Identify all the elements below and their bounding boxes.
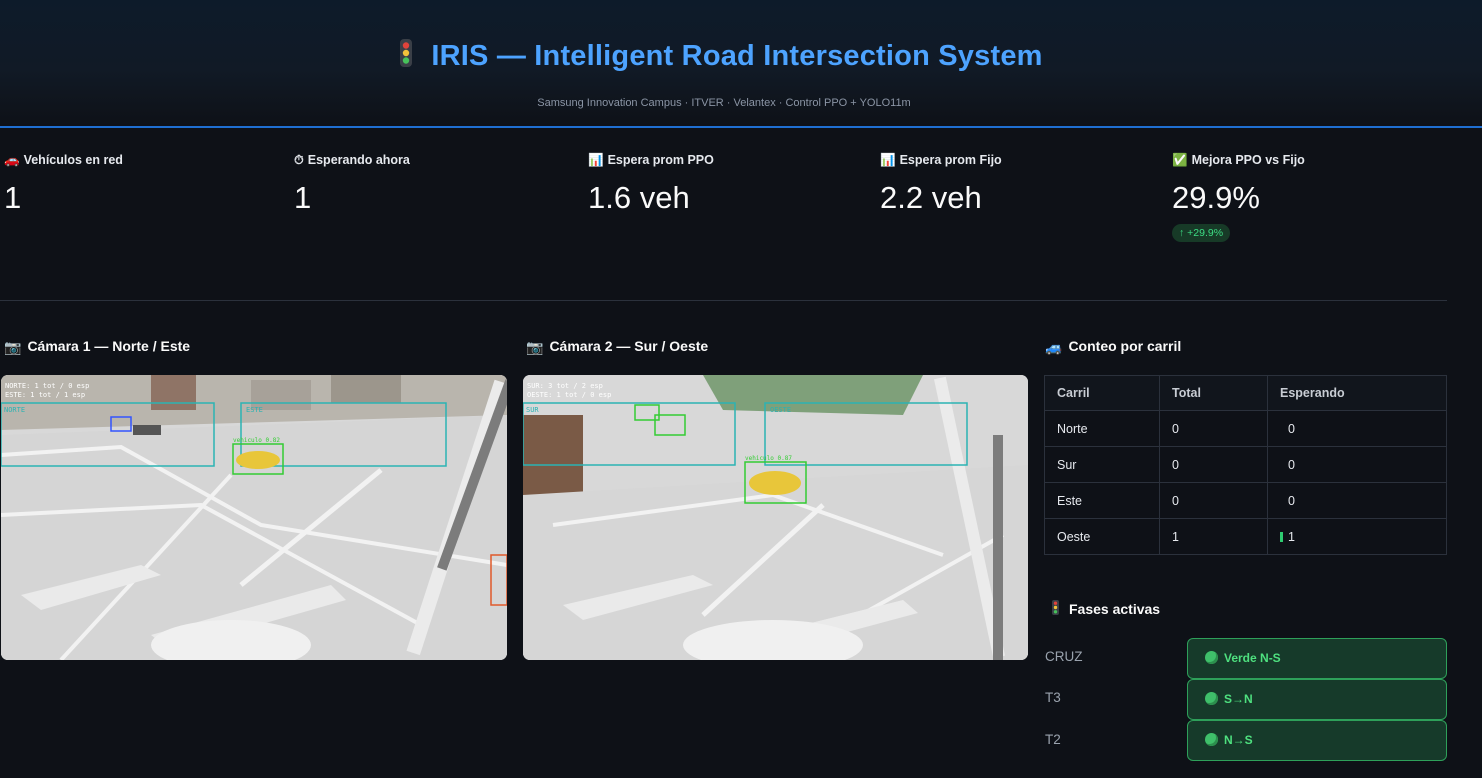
app-header: IRIS — Intelligent Road Intersection Sys… xyxy=(0,0,1482,128)
metric-avg-wait-fixed: 📊 Espera prom Fijo 2.2 veh xyxy=(880,153,1002,216)
active-phases-title: Fases activas xyxy=(1069,601,1161,617)
waiting-bar xyxy=(1280,531,1283,542)
lane-waiting: 0 xyxy=(1267,446,1447,483)
phase-chip-t2: N→S xyxy=(1187,720,1447,761)
lane-name: Norte xyxy=(1044,410,1160,447)
lane-waiting: 0 xyxy=(1267,482,1447,519)
camera-2-heading: 📷 Cámara 2 — Sur / Oeste xyxy=(526,338,708,356)
camera-1-detection-label: vehiculo 0.82 xyxy=(233,437,280,444)
phase-state: Verde N-S xyxy=(1224,651,1281,665)
phase-state: N→S xyxy=(1224,733,1253,747)
camera-2-overlay-line1: SUR: 3 tot / 2 esp xyxy=(527,382,603,390)
camera-2-image: SUR: 3 tot / 2 esp OESTE: 1 tot / 0 esp … xyxy=(523,375,1028,660)
metric-value: 29.9% xyxy=(1172,180,1260,215)
metric-avg-wait-ppo: 📊 Espera prom PPO 1.6 veh xyxy=(588,153,714,216)
camera-2-zone-b: OESTE xyxy=(770,406,791,414)
stopwatch-icon: ⏱ xyxy=(294,153,304,167)
phase-label-cruz: CRUZ xyxy=(1045,649,1083,664)
phase-label-t2: T2 xyxy=(1045,732,1061,747)
bar-chart-icon: 📊 xyxy=(880,153,896,167)
lane-name: Este xyxy=(1044,482,1160,519)
lane-total: 1 xyxy=(1159,518,1268,555)
table-header-row: Carril Total Esperando xyxy=(1044,375,1447,411)
phase-state: S→N xyxy=(1224,692,1253,706)
metric-value: 1.6 veh xyxy=(588,180,690,215)
table-row: Norte 0 0 xyxy=(1044,410,1447,447)
lane-waiting-value: 0 xyxy=(1288,457,1295,472)
camera-2-title: Cámara 2 — Sur / Oeste xyxy=(549,338,709,354)
camera-1-title: Cámara 1 — Norte / Este xyxy=(27,338,191,354)
section-divider xyxy=(0,300,1447,301)
camera-icon: 📷 xyxy=(526,339,544,355)
camera-icon: 📷 xyxy=(4,339,22,355)
page-subtitle: Samsung Innovation Campus · ITVER · Vela… xyxy=(537,97,911,109)
lane-name: Sur xyxy=(1044,446,1160,483)
table-row: Este 0 0 xyxy=(1044,482,1447,519)
green-dot-icon xyxy=(1205,733,1218,746)
green-dot-icon xyxy=(1205,692,1218,705)
metric-waiting-now: ⏱ Esperando ahora 1 xyxy=(294,153,410,216)
metric-label: Espera prom Fijo xyxy=(899,153,1002,167)
metric-vehicles-in-network: 🚗 Vehículos en red 1 xyxy=(4,153,123,216)
lane-waiting-value: 0 xyxy=(1288,421,1295,436)
lane-total: 0 xyxy=(1159,482,1268,519)
page-title: IRIS — Intelligent Road Intersection Sys… xyxy=(0,38,1442,76)
active-phases-heading: Fases activas xyxy=(1052,600,1160,618)
metric-value: 1 xyxy=(4,180,22,215)
phase-chip-cruz: Verde N-S xyxy=(1187,638,1447,679)
metric-value: 2.2 veh xyxy=(880,180,982,215)
metric-improvement: ✅ Mejora PPO vs Fijo 29.9% ↑ +29.9% xyxy=(1172,153,1305,242)
column-header-waiting[interactable]: Esperando xyxy=(1267,375,1447,411)
metric-label: Vehículos en red xyxy=(23,153,123,167)
camera-2-zone-a: SUR xyxy=(526,406,539,414)
camera-2-overlay-line2: OESTE: 1 tot / 0 esp xyxy=(527,391,611,399)
bar-chart-icon: 📊 xyxy=(588,153,604,167)
phase-chip-t3: S→N xyxy=(1187,679,1447,720)
table-row: Sur 0 0 xyxy=(1044,446,1447,483)
lane-waiting: 0 xyxy=(1267,410,1447,447)
phase-label-t3: T3 xyxy=(1045,690,1061,705)
title-text: IRIS — Intelligent Road Intersection Sys… xyxy=(431,40,1043,72)
camera-1-feed[interactable]: NORTE: 1 tot / 0 esp ESTE: 1 tot / 1 esp… xyxy=(1,375,507,660)
lane-waiting-value: 0 xyxy=(1288,493,1295,508)
check-icon: ✅ xyxy=(1172,153,1188,167)
camera-1-overlay-line2: ESTE: 1 tot / 1 esp xyxy=(5,391,85,399)
metric-label: Mejora PPO vs Fijo xyxy=(1191,153,1305,167)
table-row: Oeste 1 1 xyxy=(1044,518,1447,555)
traffic-light-icon xyxy=(1052,600,1059,618)
camera-1-heading: 📷 Cámara 1 — Norte / Este xyxy=(4,338,190,356)
vehicle-icon: 🚙 xyxy=(1045,339,1063,355)
traffic-light-icon xyxy=(399,38,413,76)
green-dot-icon xyxy=(1205,651,1218,664)
metric-label: Esperando ahora xyxy=(307,153,410,167)
camera-1-zone-b: ESTE xyxy=(246,406,263,414)
camera-1-overlay-line1: NORTE: 1 tot / 0 esp xyxy=(5,382,89,390)
lane-count-heading: 🚙 Conteo por carril xyxy=(1045,338,1181,356)
lane-total: 0 xyxy=(1159,446,1268,483)
lane-total: 0 xyxy=(1159,410,1268,447)
camera-2-detection-label: vehiculo 0.87 xyxy=(745,455,792,462)
car-icon: 🚗 xyxy=(4,153,20,167)
delta-badge: ↑ +29.9% xyxy=(1172,224,1231,242)
metric-value: 1 xyxy=(294,180,312,215)
lane-count-table: Carril Total Esperando Norte 0 0 Sur 0 0… xyxy=(1044,375,1447,555)
lane-waiting-value: 1 xyxy=(1288,529,1295,544)
camera-2-feed[interactable]: SUR: 3 tot / 2 esp OESTE: 1 tot / 0 esp … xyxy=(523,375,1028,660)
lane-name: Oeste xyxy=(1044,518,1160,555)
lane-waiting: 1 xyxy=(1267,518,1447,555)
column-header-total[interactable]: Total xyxy=(1159,375,1268,411)
lane-count-title: Conteo por carril xyxy=(1068,338,1182,354)
camera-1-image: NORTE: 1 tot / 0 esp ESTE: 1 tot / 1 esp… xyxy=(1,375,507,660)
column-header-lane[interactable]: Carril xyxy=(1044,375,1160,411)
metric-label: Espera prom PPO xyxy=(607,153,714,167)
camera-1-zone-a: NORTE xyxy=(4,406,25,414)
